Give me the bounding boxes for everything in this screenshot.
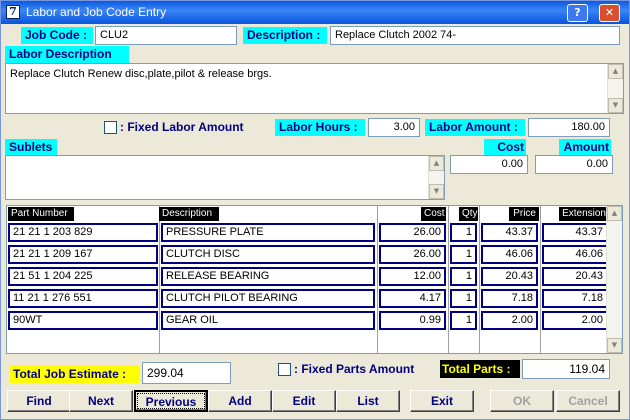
part-extension-cell[interactable]: 46.06 xyxy=(542,245,608,264)
column-separator xyxy=(479,206,480,353)
part-number-cell[interactable]: 11 21 1 276 551 xyxy=(8,289,158,308)
part-description-cell[interactable]: GEAR OIL xyxy=(161,311,375,330)
find-button[interactable]: Find xyxy=(7,390,71,412)
scroll-down-icon[interactable]: ▼ xyxy=(608,98,623,113)
ok-button[interactable]: OK xyxy=(490,390,554,412)
header-cost: Cost xyxy=(421,207,446,221)
header-price: Price xyxy=(509,207,539,221)
column-separator xyxy=(448,206,449,353)
column-separator xyxy=(540,206,541,353)
part-qty-cell[interactable]: 1 xyxy=(450,245,477,264)
close-icon[interactable]: ✕ xyxy=(599,4,620,22)
fixed-parts-checkbox[interactable] xyxy=(278,363,291,376)
part-qty-cell[interactable]: 1 xyxy=(450,267,477,286)
sublet-cost-label: Cost xyxy=(484,139,526,155)
fixed-labor-checkbox[interactable] xyxy=(104,121,117,134)
scroll-up-icon[interactable]: ▲ xyxy=(607,206,622,221)
window-title: Labor and Job Code Entry xyxy=(26,5,167,19)
part-extension-cell[interactable]: 20.43 xyxy=(542,267,608,286)
parts-scrollbar[interactable]: ▲ ▼ xyxy=(606,206,622,353)
part-extension-cell[interactable]: 2.00 xyxy=(542,311,608,330)
sublet-cost-input[interactable]: 0.00 xyxy=(450,155,528,174)
part-qty-cell[interactable]: 1 xyxy=(450,289,477,308)
part-number-cell[interactable]: 90WT xyxy=(8,311,158,330)
job-code-input[interactable]: CLU2 xyxy=(95,26,237,45)
sublets-scrollbar[interactable]: ▲ ▼ xyxy=(428,156,444,199)
sublets-textarea[interactable]: ▲ ▼ xyxy=(5,155,445,200)
scroll-down-icon[interactable]: ▼ xyxy=(607,338,622,353)
part-qty-cell[interactable]: 1 xyxy=(450,223,477,242)
labor-scrollbar[interactable]: ▲ ▼ xyxy=(607,64,623,113)
list-button[interactable]: List xyxy=(336,390,400,412)
column-separator xyxy=(377,206,378,353)
edit-button[interactable]: Edit xyxy=(272,390,336,412)
part-price-cell[interactable]: 20.43 xyxy=(481,267,538,286)
header-extension: Extension xyxy=(559,207,609,221)
total-job-estimate-value: 299.04 xyxy=(142,362,231,384)
job-code-label: Job Code : xyxy=(21,27,93,44)
help-icon[interactable]: ? xyxy=(567,4,588,22)
labor-amount-input[interactable]: 180.00 xyxy=(528,118,610,137)
labor-description-label: Labor Description xyxy=(5,46,129,63)
total-parts-label: Total Parts : xyxy=(440,360,520,378)
labor-job-code-window: 7 Labor and Job Code Entry ? ✕ Job Code … xyxy=(0,0,630,420)
total-parts-value: 119.04 xyxy=(522,359,610,379)
parts-grid: Part Number Description Cost Qty Price E… xyxy=(6,205,623,354)
labor-hours-input[interactable]: 3.00 xyxy=(368,118,420,137)
add-button[interactable]: Add xyxy=(208,390,272,412)
part-price-cell[interactable]: 2.00 xyxy=(481,311,538,330)
part-description-cell[interactable]: CLUTCH DISC xyxy=(161,245,375,264)
part-price-cell[interactable]: 46.06 xyxy=(481,245,538,264)
part-number-cell[interactable]: 21 21 1 203 829 xyxy=(8,223,158,242)
sublets-label: Sublets xyxy=(5,139,57,156)
part-cost-cell[interactable]: 12.00 xyxy=(379,267,446,286)
part-number-cell[interactable]: 21 51 1 204 225 xyxy=(8,267,158,286)
part-description-cell[interactable]: PRESSURE PLATE xyxy=(161,223,375,242)
header-qty: Qty xyxy=(459,207,478,221)
column-separator xyxy=(159,206,160,353)
app-icon: 7 xyxy=(6,5,20,19)
description-label: Description : xyxy=(243,27,327,44)
next-button[interactable]: Next xyxy=(69,390,133,412)
part-description-cell[interactable]: CLUTCH PILOT BEARING xyxy=(161,289,375,308)
part-cost-cell[interactable]: 0.99 xyxy=(379,311,446,330)
sublet-amount-label: Amount xyxy=(559,139,611,155)
fixed-labor-label: : Fixed Labor Amount xyxy=(120,120,244,134)
scroll-down-icon[interactable]: ▼ xyxy=(429,184,444,199)
header-description: Description xyxy=(159,207,219,221)
part-price-cell[interactable]: 43.37 xyxy=(481,223,538,242)
labor-description-textarea[interactable]: Replace Clutch Renew disc,plate,pilot & … xyxy=(5,63,624,114)
total-job-estimate-label: Total Job Estimate : xyxy=(10,365,140,383)
part-number-cell[interactable]: 21 21 1 209 167 xyxy=(8,245,158,264)
exit-button[interactable]: Exit xyxy=(410,390,474,412)
scroll-up-icon[interactable]: ▲ xyxy=(608,64,623,79)
part-description-cell[interactable]: RELEASE BEARING xyxy=(161,267,375,286)
labor-hours-label: Labor Hours : xyxy=(275,119,365,136)
fixed-parts-label: : Fixed Parts Amount xyxy=(294,362,415,376)
previous-button[interactable]: Previous xyxy=(134,390,208,412)
labor-amount-label: Labor Amount : xyxy=(425,119,525,136)
part-extension-cell[interactable]: 43.37 xyxy=(542,223,608,242)
part-cost-cell[interactable]: 26.00 xyxy=(379,223,446,242)
cancel-button[interactable]: Cancel xyxy=(556,390,620,412)
sublet-amount-input[interactable]: 0.00 xyxy=(535,155,613,174)
part-extension-cell[interactable]: 7.18 xyxy=(542,289,608,308)
description-input[interactable]: Replace Clutch 2002 74- xyxy=(330,26,620,45)
part-cost-cell[interactable]: 4.17 xyxy=(379,289,446,308)
part-cost-cell[interactable]: 26.00 xyxy=(379,245,446,264)
labor-description-text: Replace Clutch Renew disc,plate,pilot & … xyxy=(10,68,272,80)
part-qty-cell[interactable]: 1 xyxy=(450,311,477,330)
title-bar: 7 Labor and Job Code Entry ? ✕ xyxy=(1,1,629,24)
header-part-number: Part Number xyxy=(8,207,74,221)
part-price-cell[interactable]: 7.18 xyxy=(481,289,538,308)
scroll-up-icon[interactable]: ▲ xyxy=(429,156,444,171)
